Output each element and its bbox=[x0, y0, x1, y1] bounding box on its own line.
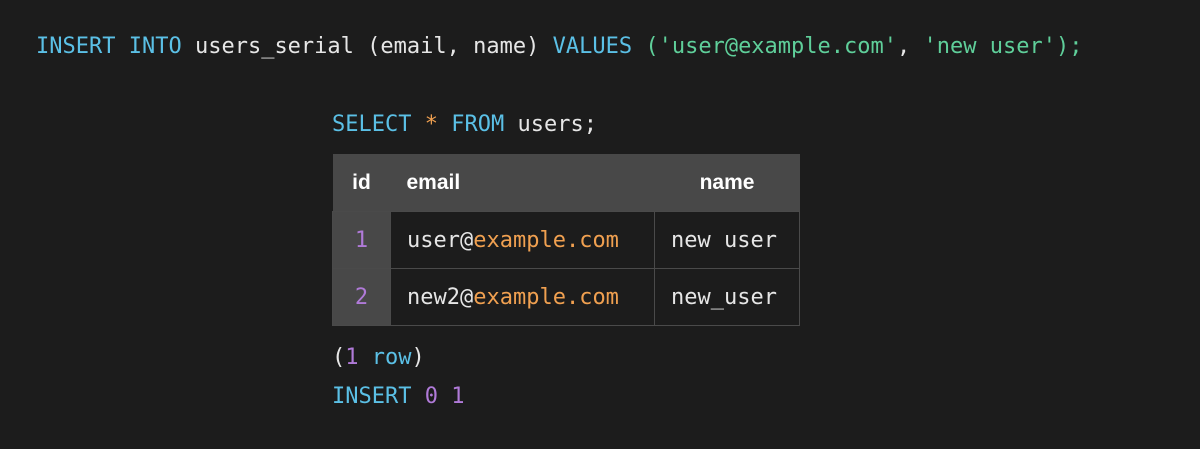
cell-id: 1 bbox=[332, 211, 391, 269]
cell-email: user@example.com bbox=[390, 211, 655, 269]
row-count-number: 1 bbox=[345, 345, 359, 370]
row-count-line: (1 row) bbox=[332, 344, 425, 372]
values-close: ); bbox=[1055, 34, 1083, 59]
table-name: users_serial bbox=[194, 34, 354, 59]
values-comma: , bbox=[897, 34, 924, 59]
result-table: id email name 1 user@example.com new use… bbox=[332, 154, 800, 326]
value-email: 'user@example.com' bbox=[658, 34, 898, 59]
email-domain: example.com bbox=[473, 227, 619, 253]
keyword-select: SELECT bbox=[332, 112, 412, 137]
select-table-name: users; bbox=[517, 112, 597, 137]
star-operator: * bbox=[424, 112, 438, 137]
column-list: (email, name) bbox=[367, 34, 540, 59]
keyword-from: FROM bbox=[451, 112, 505, 137]
value-name: 'new user' bbox=[923, 34, 1056, 59]
insert-statement: INSERT INTO users_serial (email, name) V… bbox=[36, 33, 1082, 61]
header-name: name bbox=[654, 154, 800, 212]
insert-result-line: INSERT 0 1 bbox=[332, 383, 464, 411]
keyword-values: VALUES bbox=[552, 34, 633, 59]
table-header-row: id email name bbox=[332, 154, 800, 212]
header-email: email bbox=[390, 154, 655, 212]
row-count-word: row bbox=[371, 345, 412, 370]
cell-name: new user bbox=[654, 211, 800, 269]
row-count-open-paren: ( bbox=[332, 345, 346, 370]
keyword-insert: INSERT bbox=[36, 34, 116, 59]
email-local-part: new2@ bbox=[407, 284, 474, 310]
insert-result-count: 1 bbox=[451, 384, 465, 409]
insert-result-oid: 0 bbox=[424, 384, 438, 409]
cell-name: new_user bbox=[654, 268, 800, 326]
table-row: 1 user@example.com new user bbox=[332, 211, 800, 269]
cell-id: 2 bbox=[332, 268, 391, 326]
row-count-close-paren: ) bbox=[411, 345, 425, 370]
insert-result-keyword: INSERT bbox=[332, 384, 412, 409]
header-id: id bbox=[332, 154, 391, 212]
keyword-into: INTO bbox=[128, 34, 182, 59]
email-local-part: user@ bbox=[407, 227, 474, 253]
email-domain: example.com bbox=[473, 284, 619, 310]
cell-email: new2@example.com bbox=[390, 268, 655, 326]
values-open-paren: ( bbox=[645, 34, 659, 59]
table-row: 2 new2@example.com new_user bbox=[332, 268, 800, 326]
select-statement: SELECT * FROM users; bbox=[332, 111, 597, 139]
